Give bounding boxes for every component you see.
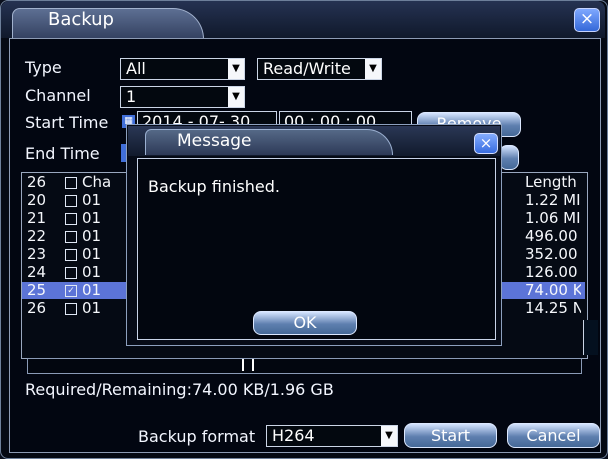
row-index: 24	[27, 263, 47, 281]
required-remaining-status: Required/Remaining:74.00 KB/1.96 GB	[25, 380, 334, 399]
backup-format-label: Backup format	[138, 427, 256, 446]
start-time-label: Start Time	[25, 113, 109, 132]
dialog-title: Message	[177, 131, 252, 151]
backup-format-value: H264	[272, 426, 315, 445]
dialog-close-icon[interactable]: ×	[474, 133, 498, 154]
row-checkbox[interactable]	[65, 195, 77, 207]
cancel-button[interactable]: Cancel	[507, 423, 600, 448]
chevron-down-icon: ▼	[381, 426, 397, 446]
row-checkbox[interactable]	[65, 267, 77, 279]
type-label: Type	[25, 58, 62, 77]
select-all-checkbox[interactable]	[65, 177, 77, 189]
header-length: Length	[525, 174, 577, 191]
row-length: 126.00	[525, 264, 578, 281]
row-channel: 01	[82, 281, 102, 299]
row-length: 1.22 MI	[525, 192, 581, 209]
header-count: 26	[27, 173, 47, 191]
channel-value: 1	[126, 87, 137, 106]
row-channel: 01	[82, 209, 102, 227]
horizontal-scrollbar[interactable]	[27, 358, 582, 374]
row-checkbox[interactable]	[65, 231, 77, 243]
channel-select[interactable]: 1 ▼	[120, 86, 245, 108]
row-index: 20	[27, 191, 47, 209]
read-write-value: Read/Write	[263, 59, 351, 78]
row-channel: 01	[82, 227, 102, 245]
row-channel: 01	[82, 299, 102, 317]
scroll-thumb[interactable]	[242, 359, 254, 371]
header-channel: Cha	[82, 173, 112, 191]
end-time-label: End Time	[25, 144, 100, 163]
row-length: 14.25 N	[525, 300, 581, 317]
row-channel: 01	[82, 245, 102, 263]
message-dialog: Message × Backup finished. OK	[126, 124, 502, 346]
type-select[interactable]: All ▼	[120, 58, 245, 80]
row-channel: 01	[82, 263, 102, 281]
ok-button[interactable]: OK	[253, 311, 357, 335]
row-channel: 01	[82, 191, 102, 209]
row-length: 352.00	[525, 246, 578, 263]
type-value: All	[126, 59, 146, 78]
row-index: 23	[27, 245, 47, 263]
chevron-down-icon: ▼	[228, 59, 244, 79]
vertical-scrollbar[interactable]	[583, 320, 598, 355]
close-icon[interactable]: ×	[574, 8, 600, 32]
read-write-select[interactable]: Read/Write ▼	[257, 58, 382, 80]
start-button[interactable]: Start	[404, 423, 497, 448]
row-index: 22	[27, 227, 47, 245]
row-checkbox[interactable]	[65, 213, 77, 225]
row-length: 1.06 MI	[525, 210, 581, 227]
add-button[interactable]	[499, 145, 519, 170]
row-index: 26	[27, 299, 47, 317]
row-checkbox[interactable]	[65, 303, 77, 315]
dialog-message: Backup finished.	[148, 177, 280, 196]
backup-format-select[interactable]: H264 ▼	[266, 425, 398, 447]
window-title: Backup	[48, 9, 114, 30]
row-checkbox-checked[interactable]: ✓	[65, 285, 77, 297]
row-index: 25	[27, 281, 47, 299]
chevron-down-icon: ▼	[365, 59, 381, 79]
row-length: 74.00 K	[525, 282, 581, 299]
row-checkbox[interactable]	[65, 249, 77, 261]
channel-label: Channel	[25, 86, 91, 105]
row-length: 496.00	[525, 228, 578, 245]
row-index: 21	[27, 209, 47, 227]
chevron-down-icon: ▼	[228, 87, 244, 107]
